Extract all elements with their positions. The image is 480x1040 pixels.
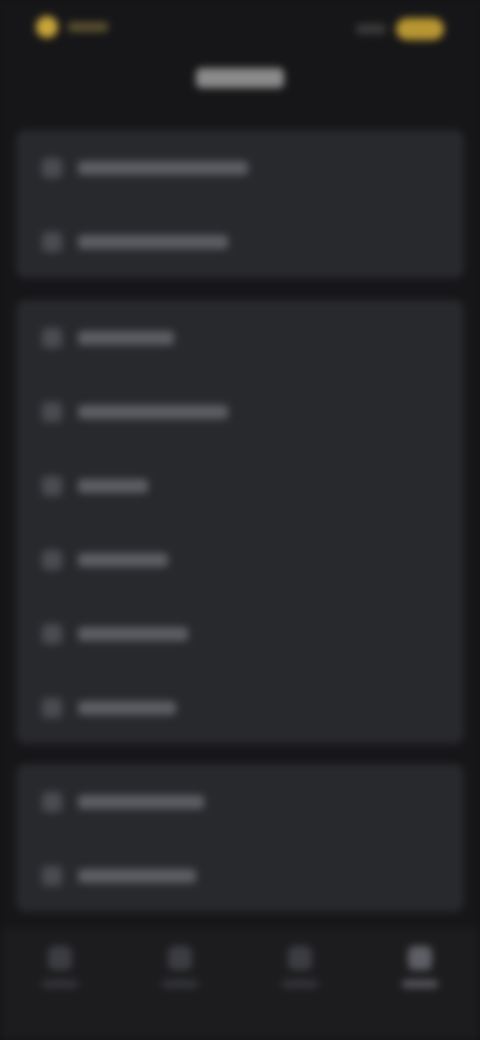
list-item-label xyxy=(78,553,168,567)
brand[interactable] xyxy=(36,16,108,38)
list-icon xyxy=(42,624,62,644)
home-icon xyxy=(48,946,72,970)
page-title xyxy=(0,68,480,92)
list-item-label xyxy=(78,701,176,715)
list-item-label xyxy=(78,235,228,249)
info-icon xyxy=(42,792,62,812)
settings-group-1 xyxy=(16,130,464,278)
list-item[interactable] xyxy=(16,222,464,262)
search-icon xyxy=(168,946,192,970)
nav-tab-label xyxy=(42,980,78,988)
list-item[interactable] xyxy=(16,392,464,432)
list-icon xyxy=(42,476,62,496)
list-item-label xyxy=(78,869,196,883)
bottom-navigation xyxy=(0,928,480,1040)
list-item[interactable] xyxy=(16,540,464,580)
logo-icon xyxy=(36,16,58,38)
nav-tab-notifications[interactable] xyxy=(240,946,360,988)
nav-tab-label xyxy=(162,980,198,988)
settings-icon xyxy=(42,158,62,178)
settings-group-2 xyxy=(16,300,464,744)
nav-tab-home[interactable] xyxy=(0,946,120,988)
list-item[interactable] xyxy=(16,782,464,822)
list-icon xyxy=(42,698,62,718)
list-item[interactable] xyxy=(16,614,464,654)
bell-icon xyxy=(288,946,312,970)
list-item-label xyxy=(78,479,148,493)
brand-label xyxy=(68,22,108,32)
list-item-label xyxy=(78,405,228,419)
accent-action-button[interactable] xyxy=(396,18,444,40)
app-screen xyxy=(0,0,480,1040)
nav-tab-label xyxy=(282,980,318,988)
settings-group-3 xyxy=(16,764,464,912)
list-icon xyxy=(42,328,62,348)
list-icon xyxy=(42,550,62,570)
nav-tab-label xyxy=(402,980,438,988)
list-item[interactable] xyxy=(16,856,464,896)
list-item[interactable] xyxy=(16,466,464,506)
top-bar xyxy=(0,0,480,60)
list-item[interactable] xyxy=(16,148,464,188)
profile-icon xyxy=(408,946,432,970)
list-item[interactable] xyxy=(16,688,464,728)
page-title-text xyxy=(196,68,284,88)
nav-tab-search[interactable] xyxy=(120,946,240,988)
list-item-label xyxy=(78,795,204,809)
nav-tab-profile[interactable] xyxy=(360,946,480,988)
top-actions xyxy=(356,18,444,40)
list-item-label xyxy=(78,627,188,641)
settings-icon xyxy=(42,232,62,252)
list-item-label xyxy=(78,161,248,175)
list-item[interactable] xyxy=(16,318,464,358)
list-icon xyxy=(42,402,62,422)
status-indicator xyxy=(356,24,386,34)
list-item-label xyxy=(78,331,174,345)
info-icon xyxy=(42,866,62,886)
